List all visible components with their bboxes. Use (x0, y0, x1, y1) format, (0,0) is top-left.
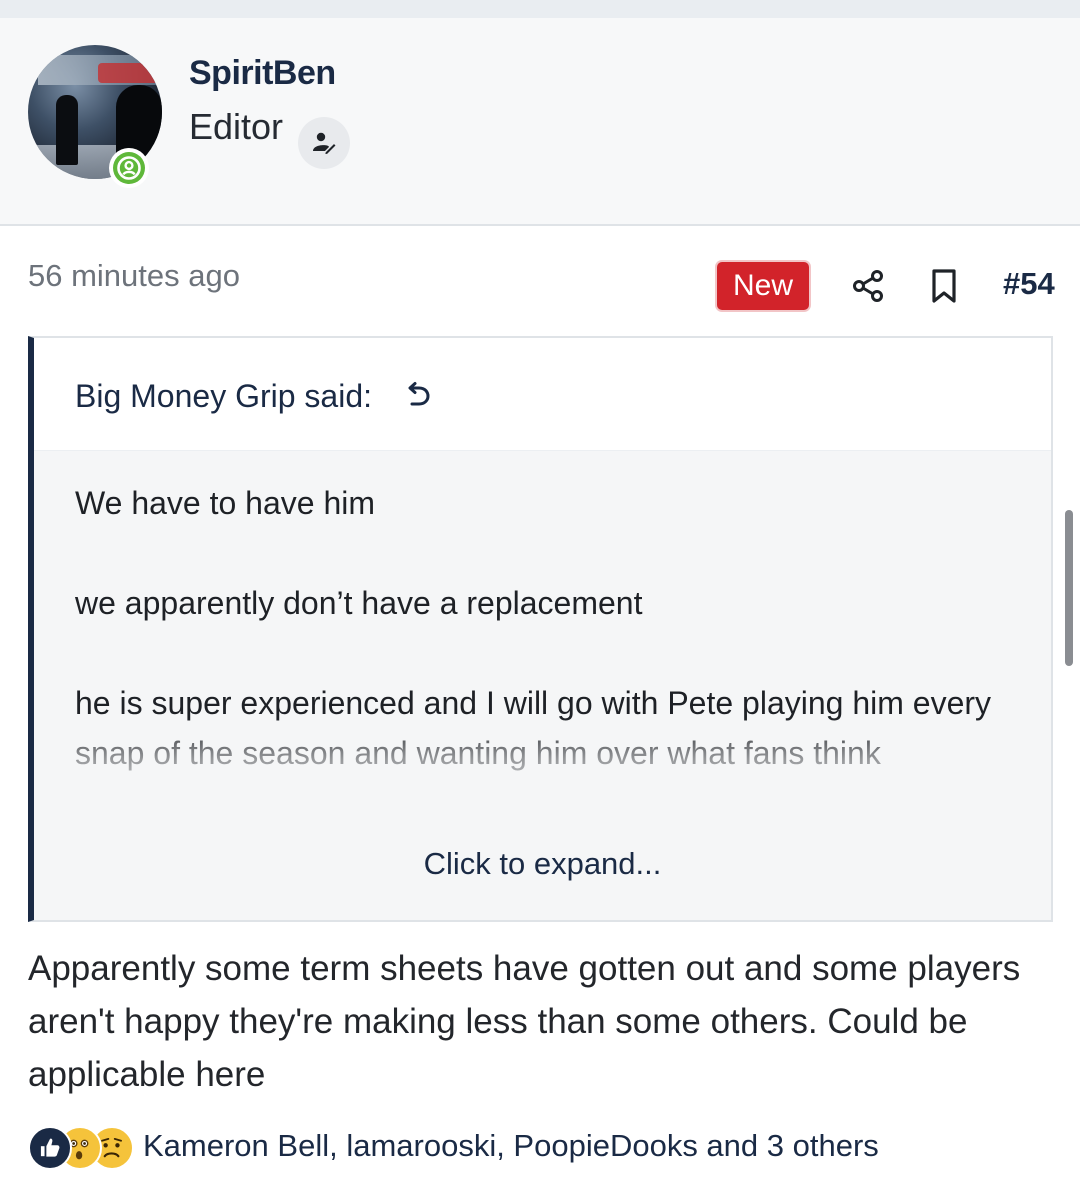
quote-author[interactable]: Big Money Grip said: (75, 378, 372, 415)
user-role: Editor (189, 106, 284, 147)
user-header: SpiritBen Editor (0, 18, 1080, 226)
quote-block: Big Money Grip said: We have to have him… (28, 336, 1053, 922)
online-status-icon (109, 148, 149, 188)
post-message: Apparently some term sheets have gotten … (28, 949, 1021, 1094)
go-to-quote-icon[interactable] (404, 380, 434, 410)
scrollbar[interactable] (1065, 510, 1073, 666)
editor-pencil-icon (298, 117, 350, 169)
top-strip (0, 0, 1080, 18)
bookmark-icon[interactable] (928, 268, 960, 304)
quote-paragraph: We have to have him (75, 485, 376, 521)
like-icon (28, 1126, 72, 1170)
reaction-icons[interactable] (28, 1126, 138, 1174)
reactions-summary[interactable]: Kameron Bell, lamarooski, PoopieDooks an… (143, 1128, 879, 1164)
username[interactable]: SpiritBen (189, 54, 336, 93)
quote-header: Big Money Grip said: (34, 338, 1051, 451)
post-page: SpiritBen Editor 56 minutes ago New #54 … (0, 0, 1080, 1200)
expand-quote-link[interactable]: Click to expand... (34, 846, 1051, 882)
quote-paragraph: we apparently don’t have a replacement (75, 585, 643, 621)
quote-fade (34, 718, 1051, 808)
post-number[interactable]: #54 (1003, 266, 1055, 302)
new-badge: New (717, 262, 809, 310)
share-icon[interactable] (850, 268, 886, 304)
post-timestamp[interactable]: 56 minutes ago (28, 258, 240, 294)
